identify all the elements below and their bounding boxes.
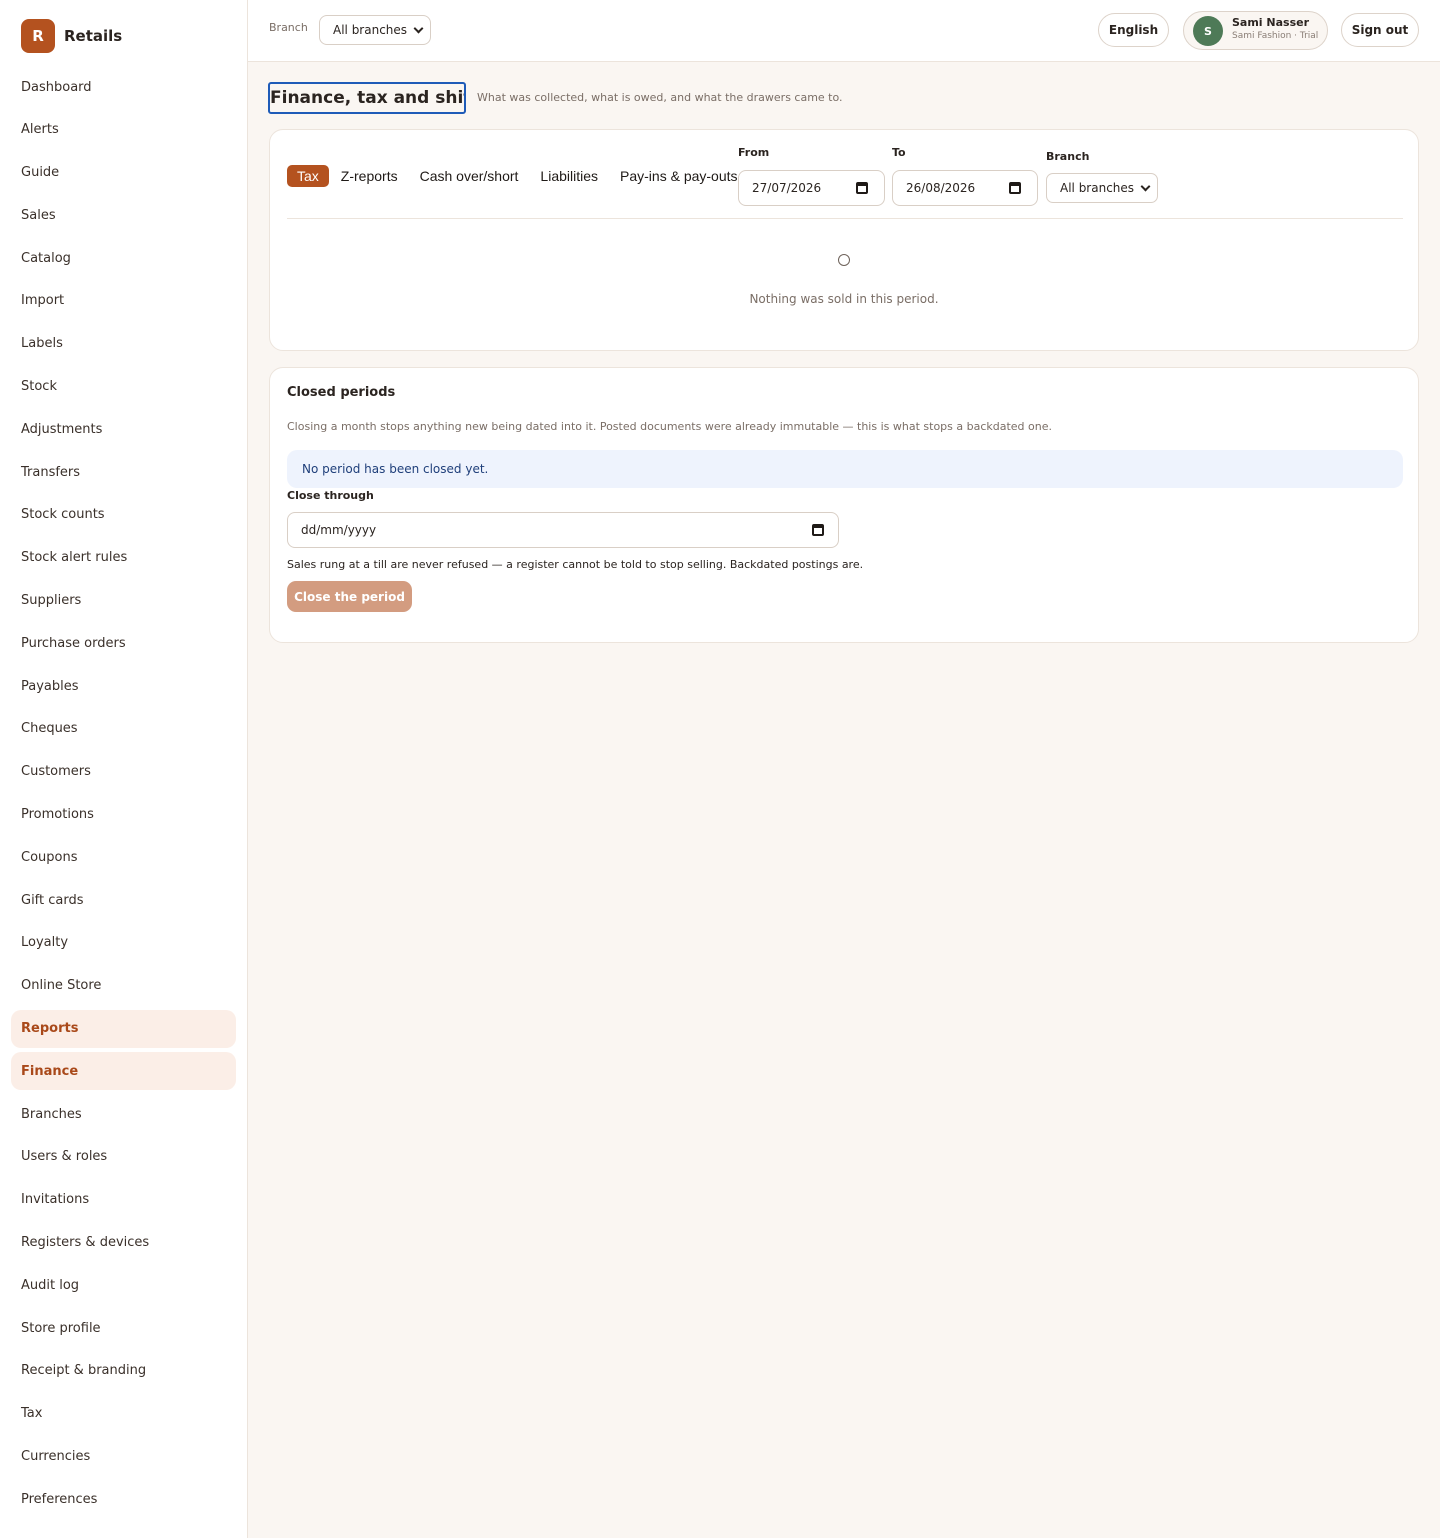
sidebar: R Retails Dashboard Alerts Guide Sales Catal… [0,0,248,1538]
empty-state-message: Nothing was sold in this period. [749,292,939,306]
sidebar-item-promotions[interactable]: Promotions [11,796,236,834]
closed-periods-title: Closed periods [287,385,396,400]
chevron-down-icon [413,23,424,34]
divider [287,218,1403,219]
sidebar-item-registers-devices[interactable]: Registers & devices [11,1224,236,1262]
chevron-down-icon [1140,181,1151,192]
sidebar-item-adjustments[interactable]: Adjustments [11,410,236,448]
calendar-icon[interactable] [1009,182,1021,194]
sidebar-item-audit-log[interactable]: Audit log [11,1266,236,1304]
close-period-button[interactable]: Close the period [287,581,412,612]
sidebar-item-preferences[interactable]: Preferences [11,1480,236,1518]
calendar-icon[interactable] [812,524,824,536]
closed-periods-description: Closing a month stops anything new being… [287,420,1053,433]
brand-logo: R [21,19,55,53]
sidebar-item-loyalty[interactable]: Loyalty [11,924,236,962]
from-date-value: 27/07/2026 [752,181,822,195]
report-tabs: Tax Z-reports Cash over/short Liabilities Pa… [287,165,750,187]
sidebar-item-stock-counts[interactable]: Stock counts [11,496,236,534]
sidebar-item-catalog[interactable]: Catalog [11,239,236,277]
to-date-value: 26/08/2026 [906,181,976,195]
tab-liabilities[interactable]: Liabilities [530,165,608,187]
sidebar-item-transfers[interactable]: Transfers [11,453,236,491]
topbar: Branch All branches English S Sami Nasse… [248,0,1440,62]
from-label: From [738,146,770,159]
sidebar-item-stock[interactable]: Stock [11,368,236,406]
sidebar-item-users-roles[interactable]: Users & roles [11,1138,236,1176]
tab-z-reports[interactable]: Z-reports [331,165,408,187]
close-through-help: Sales rung at a till are never refused —… [287,558,864,571]
sidebar-item-customers[interactable]: Customers [11,753,236,791]
report-branch-value: All branches [1060,181,1135,195]
sidebar-item-purchase-orders[interactable]: Purchase orders [11,624,236,662]
branch-select[interactable]: All branches [319,15,431,45]
close-through-input[interactable]: dd/mm/yyyy [287,512,839,548]
to-date-input[interactable]: 26/08/2026 [892,170,1038,206]
sidebar-item-labels[interactable]: Labels [11,325,236,363]
tab-pay-ins-pay-outs[interactable]: Pay-ins & pay-outs [610,165,748,187]
branch-label: Branch [269,21,308,34]
sidebar-item-import[interactable]: Import [11,282,236,320]
user-subtitle: Sami Fashion · Trial [1232,31,1319,41]
language-button[interactable]: English [1098,13,1169,47]
user-menu[interactable]: S Sami Nasser Sami Fashion · Trial [1183,11,1328,50]
report-card: Tax Z-reports Cash over/short Liabilities Pa… [269,129,1419,351]
avatar: S [1193,16,1223,46]
close-through-placeholder: dd/mm/yyyy [301,523,377,537]
sidebar-item-currencies[interactable]: Currencies [11,1438,236,1476]
sidebar-item-tax[interactable]: Tax [11,1395,236,1433]
report-branch-label: Branch [1046,150,1090,163]
empty-state-icon [838,254,850,266]
sidebar-item-branches[interactable]: Branches [11,1095,236,1133]
page-subtitle: What was collected, what is owed, and wh… [477,91,843,104]
sidebar-item-store-profile[interactable]: Store profile [11,1309,236,1347]
tab-tax[interactable]: Tax [287,165,329,187]
brand[interactable]: R Retails [21,19,122,53]
sidebar-item-invitations[interactable]: Invitations [11,1181,236,1219]
brand-name: Retails [64,27,123,45]
sidebar-nav: Dashboard Alerts Guide Sales Catalog Import La… [11,68,236,1523]
sign-out-button[interactable]: Sign out [1341,13,1419,47]
close-through-label: Close through [287,489,374,502]
sidebar-item-gift-cards[interactable]: Gift cards [11,881,236,919]
report-branch-select[interactable]: All branches [1046,173,1158,203]
calendar-icon[interactable] [856,182,868,194]
user-name: Sami Nasser [1232,16,1310,29]
tab-cash-over-short[interactable]: Cash over/short [410,165,529,187]
sidebar-item-alerts[interactable]: Alerts [11,111,236,149]
page-title: Finance, tax and shifts [268,82,466,114]
from-date-input[interactable]: 27/07/2026 [738,170,885,206]
sidebar-item-suppliers[interactable]: Suppliers [11,582,236,620]
sidebar-item-receipt-branding[interactable]: Receipt & branding [11,1352,236,1390]
sidebar-item-coupons[interactable]: Coupons [11,838,236,876]
info-notice: No period has been closed yet. [287,450,1403,488]
sidebar-item-guide[interactable]: Guide [11,154,236,192]
sidebar-item-finance[interactable]: Finance [11,1052,236,1091]
closed-periods-card: Closed periods Closing a month stops any… [269,367,1419,643]
branch-select-value: All branches [333,23,408,37]
sidebar-item-reports[interactable]: Reports [11,1009,236,1048]
sidebar-item-sales[interactable]: Sales [11,196,236,234]
sidebar-item-dashboard[interactable]: Dashboard [11,68,236,106]
sidebar-item-cheques[interactable]: Cheques [11,710,236,748]
sidebar-item-online-store[interactable]: Online Store [11,967,236,1005]
sidebar-item-payables[interactable]: Payables [11,667,236,705]
sidebar-item-stock-alert-rules[interactable]: Stock alert rules [11,539,236,577]
to-label: To [892,146,906,159]
